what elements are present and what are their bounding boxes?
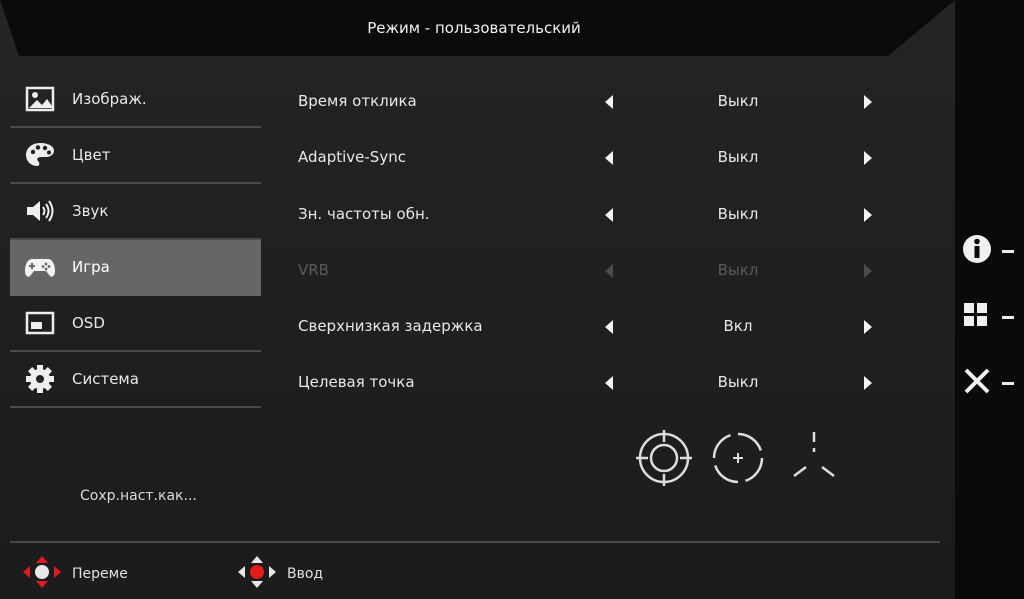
footer-move-label: Переме	[72, 566, 128, 582]
setting-row-aim-point[interactable]: Целевая точка Выкл	[298, 355, 888, 411]
setting-value: Выкл	[717, 92, 759, 110]
setting-row-vrb: VRB Выкл	[298, 243, 888, 299]
gear-icon	[24, 363, 56, 395]
side-key-info[interactable]	[962, 218, 1022, 284]
menu-item-label: Система	[72, 370, 139, 388]
arrow-right-icon	[864, 263, 872, 278]
dpad-move-icon	[22, 555, 62, 593]
menu-item-sound[interactable]: Звук	[10, 184, 261, 240]
setting-value: Выкл	[717, 148, 759, 167]
setting-label: Целевая точка	[298, 373, 415, 392]
menu-item-label: OSD	[72, 314, 105, 332]
side-key-grid[interactable]	[962, 284, 1022, 350]
arrow-left-icon[interactable]	[605, 95, 613, 109]
crosshair-circle-icon[interactable]	[636, 430, 692, 486]
arrow-left-icon	[605, 263, 613, 278]
osd-panel: Режим - пользовательский Изображ. Цвет З…	[0, 0, 955, 599]
arrow-right-icon[interactable]	[864, 95, 872, 109]
setting-label: Время отклика	[298, 92, 417, 110]
footer-move-hint: Переме	[22, 555, 128, 593]
osd-window-icon	[24, 307, 56, 339]
setting-row-ultra-low-latency[interactable]: Сверхнизкая задержка Вкл	[298, 299, 888, 355]
crosshair-dashed-icon[interactable]	[710, 430, 766, 486]
menu-item-osd[interactable]: OSD	[10, 296, 261, 352]
grid-icon	[962, 301, 990, 333]
speaker-icon	[24, 195, 56, 227]
setting-label: VRB	[298, 260, 329, 279]
gamepad-icon	[24, 251, 56, 283]
setting-value: Выкл	[717, 260, 759, 279]
menu-item-system[interactable]: Система	[10, 352, 261, 408]
save-settings-as-button[interactable]: Сохр.наст.как...	[80, 488, 197, 504]
setting-row-refresh-rate-num[interactable]: Зн. частоты обн. Выкл	[298, 187, 888, 243]
footer-divider	[10, 541, 940, 543]
close-icon	[962, 366, 992, 400]
arrow-left-icon[interactable]	[605, 320, 613, 335]
setting-label: Сверхнизкая задержка	[298, 317, 483, 336]
side-key-hints	[962, 218, 1022, 416]
setting-label: Adaptive-Sync	[298, 148, 406, 167]
palette-icon	[24, 139, 56, 171]
menu-item-game[interactable]: Игра	[10, 240, 261, 296]
arrow-right-icon[interactable]	[864, 320, 872, 335]
page-title: Режим - пользовательский	[367, 19, 581, 37]
arrow-right-icon[interactable]	[864, 207, 872, 222]
dash-divider	[1002, 315, 1014, 319]
info-icon	[962, 234, 992, 268]
setting-value: Выкл	[717, 204, 759, 223]
side-key-close[interactable]	[962, 350, 1022, 416]
setting-value: Вкл	[723, 317, 753, 336]
footer-enter-label: Ввод	[287, 566, 324, 582]
image-icon	[24, 83, 56, 115]
setting-row-response-time[interactable]: Время отклика Выкл	[298, 74, 888, 130]
setting-row-adaptive-sync[interactable]: Adaptive-Sync Выкл	[298, 130, 888, 186]
dash-divider	[1002, 381, 1014, 385]
side-menu: Изображ. Цвет Звук Игра OSD Система	[10, 72, 261, 408]
dpad-enter-icon	[237, 555, 277, 593]
setting-value: Выкл	[717, 373, 759, 392]
arrow-left-icon[interactable]	[605, 207, 613, 222]
arrow-left-icon[interactable]	[605, 376, 613, 391]
crosshair-tri-icon[interactable]	[786, 430, 842, 486]
dash-divider	[1002, 249, 1014, 253]
menu-item-label: Игра	[72, 258, 110, 276]
arrow-right-icon[interactable]	[864, 376, 872, 391]
footer-enter-hint: Ввод	[237, 555, 323, 593]
menu-item-label: Звук	[72, 202, 109, 220]
menu-item-label: Изображ.	[72, 90, 147, 108]
arrow-right-icon[interactable]	[864, 151, 872, 166]
crosshair-options	[636, 430, 836, 490]
setting-label: Зн. частоты обн.	[298, 204, 430, 223]
menu-item-label: Цвет	[72, 146, 111, 164]
menu-item-image[interactable]: Изображ.	[10, 72, 261, 128]
menu-item-color[interactable]: Цвет	[10, 128, 261, 184]
settings-list: Время отклика Выкл Adaptive-Sync Выкл Зн…	[298, 74, 888, 412]
arrow-left-icon[interactable]	[605, 151, 613, 166]
